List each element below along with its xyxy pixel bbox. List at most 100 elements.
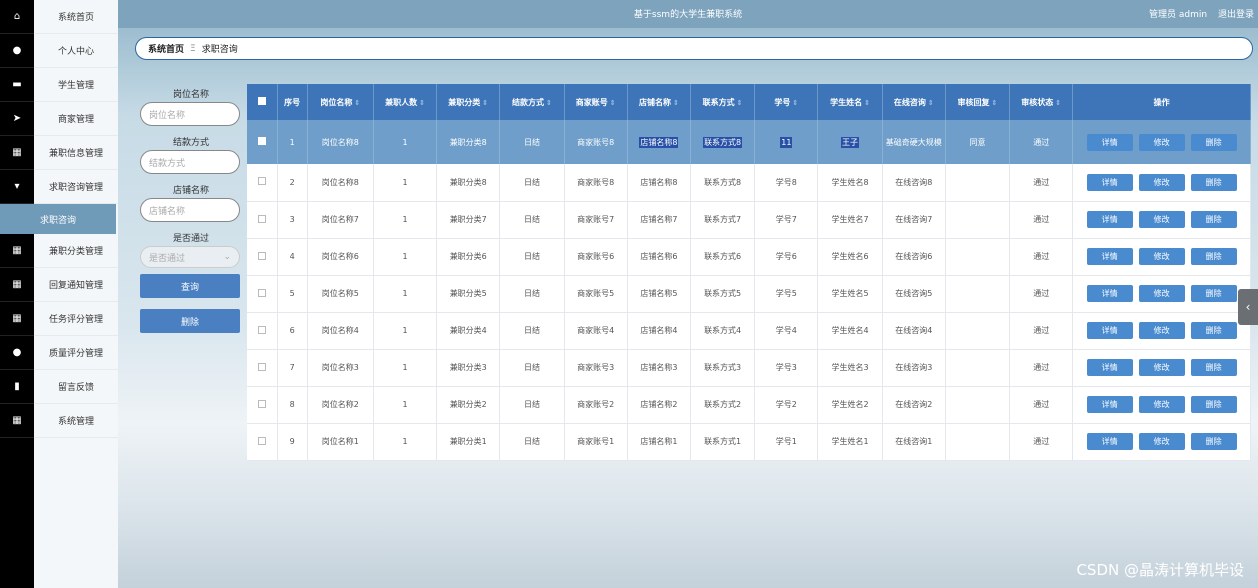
row-checkbox[interactable]: [247, 386, 278, 424]
detail-button[interactable]: 详情: [1086, 211, 1133, 228]
detail-button[interactable]: 详情: [1086, 322, 1133, 339]
approved-select[interactable]: 是否通过 ⌄: [140, 246, 240, 268]
edit-button[interactable]: 修改: [1138, 396, 1185, 413]
table-row[interactable]: 6 岗位名称4 1 兼职分类4 日结 商家账号4 店铺名称4 联系方式4 学号4 学生姓名4 在线咨…: [247, 312, 1251, 350]
sort-icon[interactable]: ⇕: [928, 99, 934, 107]
edit-button[interactable]: 修改: [1138, 173, 1185, 191]
row-checkbox[interactable]: [247, 164, 278, 202]
edit-button[interactable]: 修改: [1138, 433, 1185, 450]
table-row[interactable]: 3 岗位名称7 1 兼职分类7 日结 商家账号7 店铺名称7 联系方式7 学号7 学生姓名7 在线咨…: [247, 201, 1251, 239]
sort-icon[interactable]: ⇕: [482, 99, 488, 107]
row-delete-button[interactable]: 删除: [1190, 359, 1237, 376]
sort-icon[interactable]: ⇕: [792, 99, 798, 107]
sidebar-item[interactable]: 兼职分类管理: [34, 234, 118, 268]
detail-button[interactable]: 详情: [1086, 248, 1133, 265]
column-header[interactable]: 岗位名称 ⇕: [307, 84, 374, 120]
sidebar-item[interactable]: 学生管理: [34, 68, 118, 102]
column-header[interactable]: 在线咨询 ⇕: [882, 84, 946, 120]
chevron-left-icon[interactable]: ‹: [1238, 289, 1258, 325]
edit-button[interactable]: 修改: [1138, 133, 1185, 151]
row-checkbox[interactable]: [247, 349, 278, 387]
sidebar-item[interactable]: 个人中心: [34, 34, 118, 68]
row-checkbox[interactable]: [247, 423, 278, 461]
edit-button[interactable]: 修改: [1138, 248, 1185, 265]
cell-shop: 店铺名称8: [627, 120, 692, 164]
sort-icon[interactable]: ⇕: [546, 99, 552, 107]
detail-button[interactable]: 详情: [1086, 173, 1133, 191]
sidebar-item[interactable]: 任务评分管理: [34, 302, 118, 336]
table-row[interactable]: 4 岗位名称6 1 兼职分类6 日结 商家账号6 店铺名称6 联系方式6 学号6 学生姓名6 在线咨…: [247, 238, 1251, 276]
cell-consult: 在线咨询5: [882, 275, 946, 313]
detail-button[interactable]: 详情: [1086, 396, 1133, 413]
detail-button[interactable]: 详情: [1086, 359, 1133, 376]
cell-cat: 兼职分类6: [436, 238, 501, 276]
edit-button[interactable]: 修改: [1138, 322, 1185, 339]
row-delete-button[interactable]: 删除: [1190, 285, 1237, 302]
sidebar-item[interactable]: 求职咨询管理: [34, 170, 118, 204]
column-header[interactable]: 兼职人数 ⇕: [373, 84, 438, 120]
row-checkbox[interactable]: [247, 275, 278, 313]
sort-icon[interactable]: ⇕: [354, 99, 360, 107]
sidebar-item[interactable]: 商家管理: [34, 102, 118, 136]
row-checkbox[interactable]: [247, 201, 278, 239]
sidebar-item[interactable]: 质量评分管理: [34, 336, 118, 370]
cell-count: 1: [373, 238, 438, 276]
table-row[interactable]: 8 岗位名称2 1 兼职分类2 日结 商家账号2 店铺名称2 联系方式2 学号2 学生姓名2 在线咨…: [247, 386, 1251, 424]
row-delete-button[interactable]: 删除: [1190, 433, 1237, 450]
row-delete-button[interactable]: 删除: [1190, 248, 1237, 265]
column-header[interactable]: 审核回复 ⇕: [945, 84, 1011, 120]
column-header[interactable]: 商家账号 ⇕: [564, 84, 628, 120]
row-delete-button[interactable]: 删除: [1190, 396, 1237, 413]
table-row[interactable]: 9 岗位名称1 1 兼职分类1 日结 商家账号1 店铺名称1 联系方式1 学号1 学生姓名1 在线咨…: [247, 423, 1251, 461]
column-header[interactable]: 联系方式 ⇕: [690, 84, 756, 120]
sort-icon[interactable]: ⇕: [419, 99, 425, 107]
detail-button[interactable]: 详情: [1086, 433, 1133, 450]
query-button[interactable]: 查询: [140, 274, 240, 298]
detail-button[interactable]: 详情: [1086, 285, 1133, 302]
row-delete-button[interactable]: 删除: [1190, 173, 1237, 191]
sort-icon[interactable]: ⇕: [673, 99, 679, 107]
row-checkbox[interactable]: [247, 238, 278, 276]
breadcrumb-home[interactable]: 系统首页: [148, 42, 184, 55]
cell-acct: 商家账号6: [564, 238, 628, 276]
row-delete-button[interactable]: 删除: [1190, 322, 1237, 339]
row-delete-button[interactable]: 删除: [1190, 211, 1237, 228]
sort-icon[interactable]: ⇕: [610, 99, 616, 107]
sidebar-item[interactable]: 兼职信息管理: [34, 136, 118, 170]
edit-button[interactable]: 修改: [1138, 285, 1185, 302]
delete-button[interactable]: 删除: [140, 309, 240, 333]
select-all-checkbox[interactable]: [247, 84, 278, 120]
pay-method-input[interactable]: 结款方式: [140, 150, 240, 174]
sort-icon[interactable]: ⇕: [992, 99, 998, 107]
column-header[interactable]: 审核状态 ⇕: [1009, 84, 1074, 120]
edit-button[interactable]: 修改: [1138, 359, 1185, 376]
sidebar-item[interactable]: 留言反馈: [34, 370, 118, 404]
detail-button[interactable]: 详情: [1086, 133, 1133, 151]
table-row[interactable]: 5 岗位名称5 1 兼职分类5 日结 商家账号5 店铺名称5 联系方式5 学号5 学生姓名5 在线咨…: [247, 275, 1251, 313]
sort-icon[interactable]: ⇕: [864, 99, 870, 107]
column-header[interactable]: 学生姓名 ⇕: [817, 84, 883, 120]
sort-icon[interactable]: ⇕: [737, 99, 743, 107]
sidebar-item[interactable]: 系统首页: [34, 0, 118, 34]
table-row[interactable]: 1 岗位名称8 1 兼职分类8 日结 商家账号8 店铺名称8 联系方式8 11 王子 基础奇硬大规模…: [247, 120, 1251, 164]
column-header[interactable]: 店铺名称 ⇕: [627, 84, 692, 120]
edit-button[interactable]: 修改: [1138, 211, 1185, 228]
column-header[interactable]: 结款方式 ⇕: [499, 84, 565, 120]
column-header[interactable]: 兼职分类 ⇕: [436, 84, 501, 120]
sort-icon[interactable]: ⇕: [1055, 99, 1061, 107]
cell-sname: 学生姓名8: [817, 164, 883, 202]
row-checkbox[interactable]: [247, 312, 278, 350]
row-delete-button[interactable]: 删除: [1190, 133, 1237, 151]
shop-name-input[interactable]: 店铺名称: [140, 198, 240, 222]
approved-select-value: 是否通过: [149, 253, 186, 264]
column-header[interactable]: 学号 ⇕: [754, 84, 819, 120]
table-row[interactable]: 2 岗位名称8 1 兼职分类8 日结 商家账号8 店铺名称8 联系方式8 学号8 学生姓名8 在线咨…: [247, 164, 1251, 202]
logout-link[interactable]: 退出登录: [1218, 10, 1254, 20]
job-name-input[interactable]: 岗位名称: [140, 102, 240, 126]
row-checkbox[interactable]: [247, 120, 278, 164]
cell-pay: 日结: [499, 201, 565, 239]
sidebar-item[interactable]: 系统管理: [34, 404, 118, 438]
table-row[interactable]: 7 岗位名称3 1 兼职分类3 日结 商家账号3 店铺名称3 联系方式3 学号3 学生姓名3 在线咨…: [247, 349, 1251, 387]
sidebar-item[interactable]: 求职咨询: [0, 204, 116, 234]
sidebar-item[interactable]: 回复通知管理: [34, 268, 118, 302]
